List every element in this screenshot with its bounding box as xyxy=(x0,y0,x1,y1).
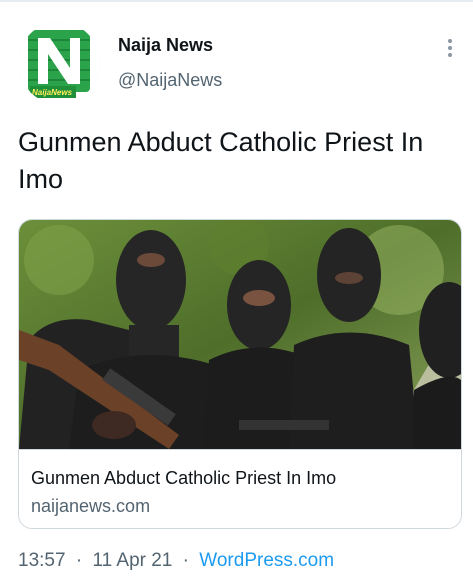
top-divider xyxy=(0,0,473,2)
card-title: Gunmen Abduct Catholic Priest In Imo xyxy=(31,468,337,488)
more-vertical-icon xyxy=(448,39,452,57)
card-divider xyxy=(19,449,461,450)
avatar[interactable]: NaijaNews xyxy=(18,22,100,104)
link-card[interactable]: Gunmen Abduct Catholic Priest In Imo nai… xyxy=(18,219,462,529)
author-handle[interactable]: @NaijaNews xyxy=(118,70,222,91)
tweet-time[interactable]: 13:57 xyxy=(18,550,66,571)
tweet-date[interactable]: 11 Apr 21 xyxy=(92,550,172,571)
author-name[interactable]: Naija News xyxy=(118,35,213,56)
more-options-button[interactable] xyxy=(436,34,464,62)
tweet-text: Gunmen Abduct Catholic Priest In Imo xyxy=(18,127,424,194)
card-image xyxy=(19,220,461,449)
card-domain: naijanews.com xyxy=(31,496,151,516)
tweet-meta: 13:57 · 11 Apr 21 · WordPress.com xyxy=(18,550,334,572)
naija-news-logo: NaijaNews xyxy=(18,22,100,104)
meta-separator: · xyxy=(75,550,83,571)
avatar-wordmark: NaijaNews xyxy=(32,88,73,97)
tweet-source-link[interactable]: WordPress.com xyxy=(199,550,334,571)
meta-separator: · xyxy=(182,550,189,571)
